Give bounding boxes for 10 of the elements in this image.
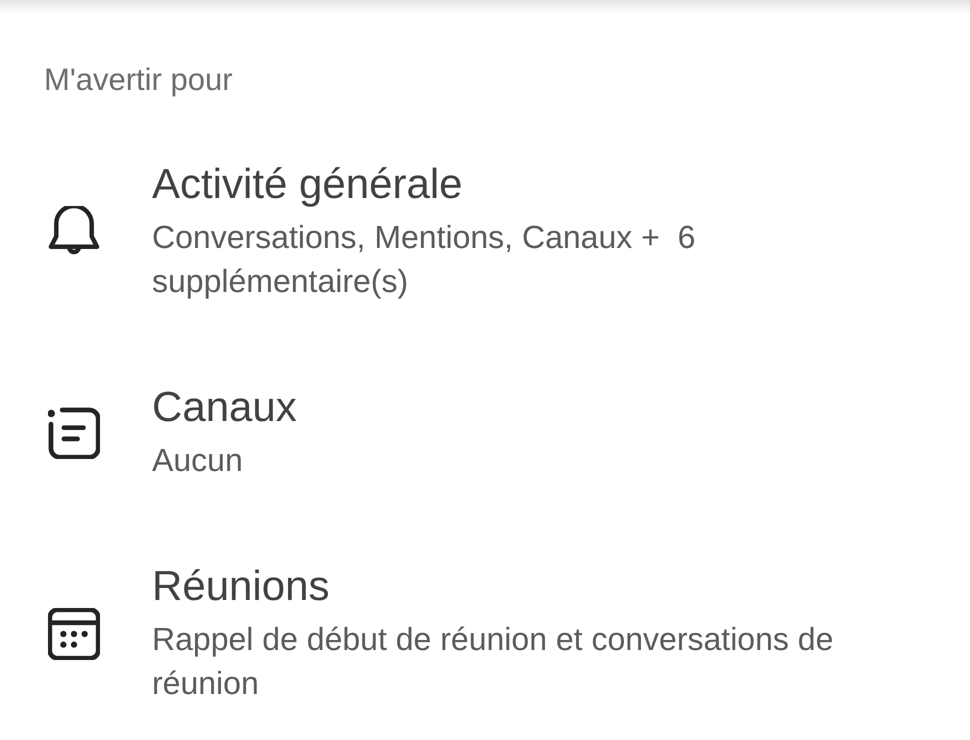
bell-icon [48,206,100,258]
item-title[interactable]: Réunions [152,562,912,610]
item-subtitle: Conversations, Mentions, Canaux + 6 supplémentaire(s) [152,218,696,301]
section-title: M'avertir pour [44,61,234,99]
item-subtitle: Rappel de début de réunion et conversations de réunion [152,620,834,703]
item-title[interactable]: Canaux [152,383,912,431]
calendar-icon [48,608,100,660]
channel-list-icon [48,406,100,458]
item-title[interactable]: Activité générale [152,160,912,208]
item-subtitle: Aucun [152,441,244,480]
